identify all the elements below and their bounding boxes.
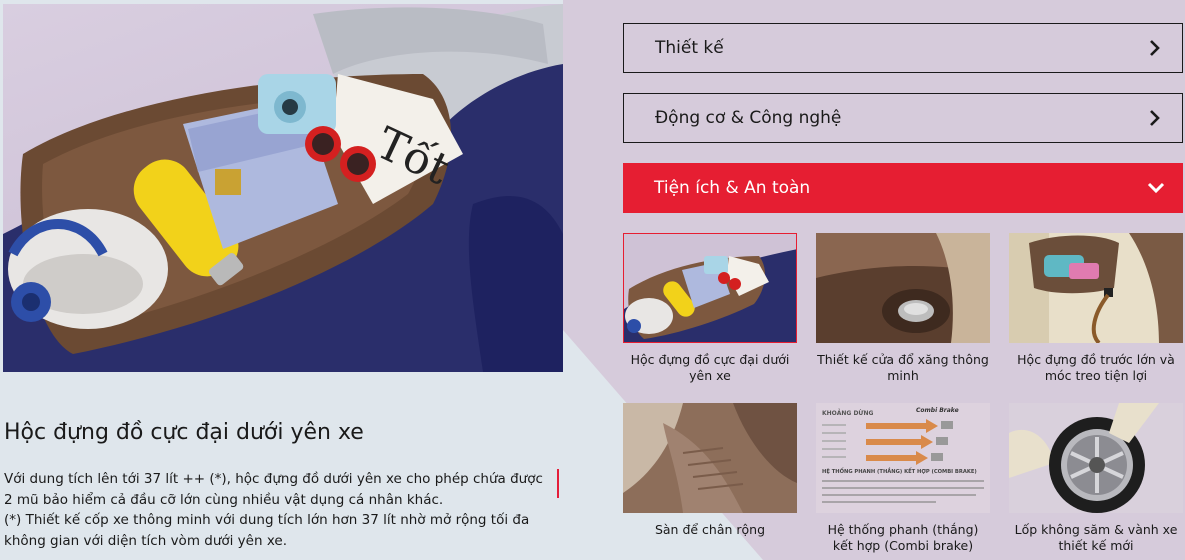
feature-caption: Hệ thống phanh (thắng) kết hợp (Combi br… [827, 522, 979, 553]
chevron-right-icon [1146, 39, 1164, 57]
feature-caption: Hộc đựng đồ trước lớn và móc treo tiện l… [1017, 352, 1175, 383]
chevron-right-icon [1146, 109, 1164, 127]
accordion-design-label: Thiết kế [655, 38, 724, 58]
chevron-down-icon [1147, 179, 1165, 197]
brake-thumb-brand: Combi Brake [916, 407, 959, 414]
feature-thumbnail: KHOẢNG DỪNG Combi Brake HỆ THỐNG PHANH (… [816, 403, 990, 513]
feature-detail-paragraph: Với dung tích lên tới 37 lít ++ (*), hộc… [4, 471, 543, 508]
feature-caption: Lốp không săm & vành xe thiết kế mới [1014, 522, 1178, 553]
feature-thumbnail [1009, 403, 1183, 513]
feature-combi-brake[interactable]: KHOẢNG DỪNG Combi Brake HỆ THỐNG PHANH (… [816, 403, 990, 553]
brake-thumb-heading: KHOẢNG DỪNG [822, 409, 873, 417]
scroll-indicator[interactable] [557, 469, 559, 498]
feature-thumbnail [623, 233, 797, 343]
accordion-engine-technology[interactable]: Động cơ & Công nghệ [623, 93, 1183, 143]
feature-detail-footnote: (*) Thiết kế cốp xe thông minh với dung … [4, 512, 530, 549]
feature-thumbnail [623, 403, 797, 513]
accordion-engine-label: Động cơ & Công nghệ [655, 108, 842, 128]
brake-thumb-section: HỆ THỐNG PHANH (THẮNG) KẾT HỢP (COMBI BR… [822, 467, 977, 475]
feature-fuel-cap[interactable]: Thiết kế cửa đổ xăng thông minh [816, 233, 990, 383]
accordion-design[interactable]: Thiết kế [623, 23, 1183, 73]
accordion-utility-safety[interactable]: Tiện ích & An toàn [623, 163, 1183, 213]
accordion-utility-label: Tiện ích & An toàn [654, 178, 811, 198]
feature-thumbnail [816, 233, 990, 343]
feature-caption: Sàn để chân rộng [654, 522, 766, 537]
feature-wide-floorboard[interactable]: Sàn để chân rộng [623, 403, 797, 538]
feature-detail-title: Hộc đựng đồ cực đại dưới yên xe [4, 420, 364, 445]
feature-detail-description: Với dung tích lên tới 37 lít ++ (*), hộc… [4, 469, 549, 551]
feature-thumbnail [1009, 233, 1183, 343]
feature-front-storage[interactable]: Hộc đựng đồ trước lớn và móc treo tiện l… [1009, 233, 1183, 383]
feature-tubeless-tire[interactable]: Lốp không săm & vành xe thiết kế mới [1009, 403, 1183, 553]
hero-image-storage: Tốt [3, 4, 563, 372]
feature-caption: Hộc đựng đồ cực đại dưới yên xe [630, 352, 790, 383]
feature-caption: Thiết kế cửa đổ xăng thông minh [817, 352, 989, 383]
feature-underseat-storage[interactable]: Hộc đựng đồ cực đại dưới yên xe [623, 233, 797, 383]
